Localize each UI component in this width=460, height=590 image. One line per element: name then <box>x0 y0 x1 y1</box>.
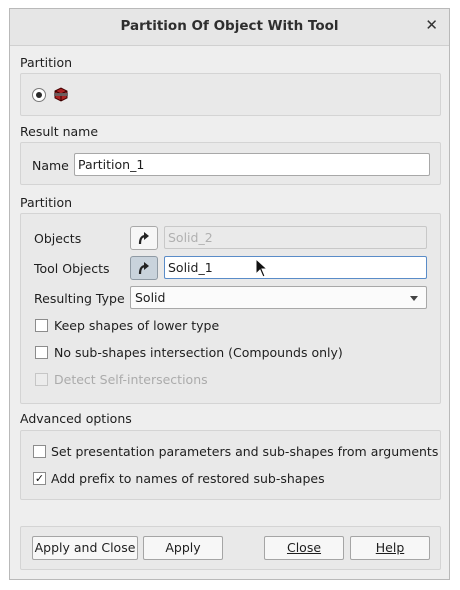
partition-type-label: Partition <box>20 55 73 70</box>
add-prefix-label: Add prefix to names of restored sub-shap… <box>51 471 325 486</box>
arguments-label: Partition <box>20 195 73 210</box>
resulting-type-select[interactable]: Solid <box>130 286 427 309</box>
chevron-down-icon <box>410 296 418 301</box>
partition-radio[interactable] <box>32 88 46 102</box>
apply-button[interactable]: Apply <box>143 536 223 560</box>
apply-and-close-button[interactable]: Apply and Close <box>32 536 138 560</box>
arguments-group: Objects Solid_2 Tool Objects Solid_1 Res… <box>20 213 441 404</box>
detect-self-label: Detect Self-intersections <box>54 372 208 387</box>
resulting-type-label: Resulting Type <box>34 291 125 306</box>
detect-self-checkbox <box>35 373 48 386</box>
keep-shapes-checkbox[interactable] <box>35 319 48 332</box>
title-bar: Partition Of Object With Tool ✕ <box>10 9 449 46</box>
tool-objects-label: Tool Objects <box>34 261 110 276</box>
partition-icon <box>52 85 70 106</box>
advanced-options-group: Set presentation parameters and sub-shap… <box>20 430 441 500</box>
result-name-label: Result name <box>20 124 99 139</box>
partition-dialog: Partition Of Object With Tool ✕ Partitio… <box>9 8 450 580</box>
select-arrow-icon <box>138 232 149 245</box>
name-label: Name <box>32 158 69 173</box>
objects-field[interactable]: Solid_2 <box>164 226 427 249</box>
mouse-cursor-icon <box>255 258 269 278</box>
objects-select-button[interactable] <box>130 226 158 250</box>
help-button[interactable]: Help <box>350 536 430 560</box>
close-icon[interactable]: ✕ <box>425 16 438 34</box>
set-presentation-checkbox[interactable] <box>33 445 46 458</box>
select-arrow-icon <box>138 262 149 275</box>
resulting-type-value: Solid <box>135 290 166 305</box>
result-name-group: Name Partition_1 <box>20 142 441 185</box>
check-icon: ✓ <box>34 472 45 485</box>
objects-label: Objects <box>34 231 82 246</box>
close-button-label: Close <box>286 540 322 555</box>
partition-type-group <box>20 73 441 116</box>
dialog-title: Partition Of Object With Tool <box>120 18 339 34</box>
no-sub-shapes-checkbox[interactable] <box>35 346 48 359</box>
tool-objects-field[interactable]: Solid_1 <box>164 256 427 279</box>
keep-shapes-label: Keep shapes of lower type <box>54 318 220 333</box>
tool-objects-select-button[interactable] <box>130 256 158 280</box>
set-presentation-label: Set presentation parameters and sub-shap… <box>51 444 439 459</box>
button-bar: Apply and Close Apply Close Help <box>20 526 441 570</box>
no-sub-shapes-label: No sub-shapes intersection (Compounds on… <box>54 345 343 360</box>
close-button[interactable]: Close <box>264 536 344 560</box>
add-prefix-checkbox[interactable]: ✓ <box>33 472 46 485</box>
name-field[interactable]: Partition_1 <box>74 153 430 176</box>
help-button-label: Help <box>375 540 405 555</box>
advanced-options-label: Advanced options <box>20 411 132 426</box>
